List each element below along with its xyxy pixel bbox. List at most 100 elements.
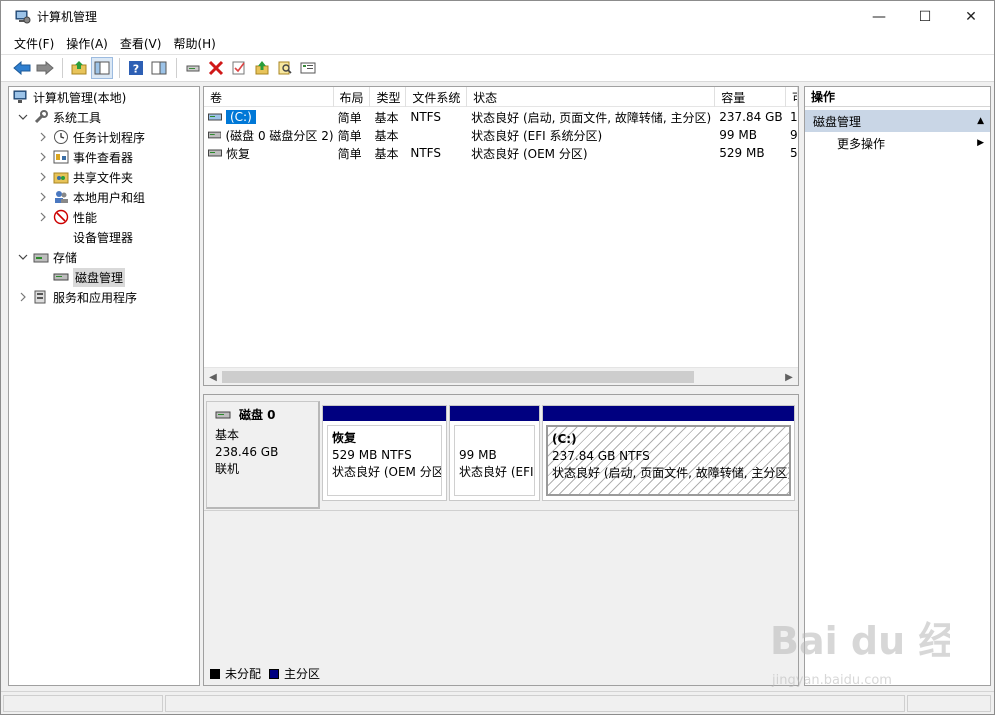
tree-item[interactable]: 事件查看器	[37, 147, 133, 167]
column-header-filesystem[interactable]: 文件系统	[406, 87, 468, 107]
scroll-thumb[interactable]	[222, 371, 694, 383]
delete-icon	[208, 60, 224, 76]
menu-help[interactable]: 帮助(H)	[168, 35, 220, 52]
show-tree-button[interactable]	[91, 57, 113, 79]
properties-button[interactable]	[148, 57, 170, 79]
help-button[interactable]: ?	[125, 57, 147, 79]
expand-chevron-down-icon[interactable]	[17, 251, 29, 263]
expand-chevron-down-icon[interactable]	[17, 111, 29, 123]
partition-size: 529 MB NTFS	[332, 448, 412, 462]
disk-type: 基本	[215, 428, 240, 442]
status-cell: 状态良好 (EFI 系统分区)	[471, 128, 603, 143]
delete-button[interactable]	[205, 57, 227, 79]
expand-chevron-right-icon[interactable]	[37, 211, 49, 223]
toolbar: ?	[1, 54, 994, 82]
connect-icon	[186, 65, 200, 72]
volume-cell: 恢复	[204, 144, 334, 162]
up-button[interactable]	[68, 57, 90, 79]
status-pane	[907, 695, 991, 712]
connect-button[interactable]	[182, 57, 204, 79]
computer-icon	[13, 89, 29, 105]
layout-cell: 简单	[337, 110, 362, 125]
partition-efi[interactable]: 99 MB 状态良好 (EFI	[449, 405, 540, 501]
expander-placeholder	[37, 271, 49, 283]
partition-name: (C:)	[552, 432, 577, 446]
menu-view[interactable]: 查看(V)	[115, 35, 167, 52]
clock-icon	[53, 129, 69, 145]
tree-item[interactable]: 存储	[17, 247, 77, 267]
partition-name	[459, 430, 530, 447]
table-row[interactable]: 恢复 简单 基本 NTFS 状态良好 (OEM 分区) 529 MB 5	[204, 144, 798, 162]
action-more-actions[interactable]: 更多操作 ▶	[805, 132, 990, 154]
column-header-volume[interactable]: 卷	[204, 87, 334, 107]
tree-item[interactable]: 共享文件夹	[37, 167, 133, 187]
tree-item[interactable]: 系统工具	[17, 107, 101, 127]
import-button[interactable]	[251, 57, 273, 79]
actions-header: 操作	[805, 87, 990, 107]
column-header-free[interactable]: 可	[786, 87, 798, 107]
menu-file[interactable]: 文件(F)	[9, 35, 59, 52]
expand-chevron-right-icon[interactable]	[37, 151, 49, 163]
status-cell: 状态良好 (OEM 分区)	[471, 146, 588, 161]
partition-name: 恢复	[332, 431, 357, 445]
disk-graphical-view: 磁盘 0 基本 238.46 GB 联机 恢复 529 MB NTFS 状态良好…	[203, 394, 799, 686]
volume-name: (C:)	[226, 110, 256, 124]
disk-0-label[interactable]: 磁盘 0 基本 238.46 GB 联机	[206, 401, 320, 509]
volume-icon	[208, 113, 222, 121]
tree-item-label: 本地用户和组	[73, 190, 146, 205]
actions-section-disk-management[interactable]: 磁盘管理 ▲	[805, 110, 990, 132]
expand-chevron-right-icon[interactable]	[37, 191, 49, 203]
title-bar[interactable]: 计算机管理 — ☐ ✕	[1, 1, 994, 32]
users-icon	[53, 189, 69, 205]
tree-item[interactable]: 本地用户和组	[37, 187, 145, 207]
check-button[interactable]	[228, 57, 250, 79]
tree-item[interactable]: 计算机管理(本地)	[13, 87, 126, 107]
action-label: 更多操作	[837, 136, 886, 151]
maximize-button[interactable]: ☐	[902, 1, 948, 32]
volume-icon	[208, 131, 222, 139]
scroll-left-arrow-icon[interactable]: ◀	[204, 368, 222, 385]
scroll-right-arrow-icon[interactable]: ▶	[780, 368, 798, 385]
services-icon	[33, 289, 49, 305]
minimize-button[interactable]: —	[856, 1, 902, 32]
tree-item[interactable]: 任务计划程序	[37, 127, 145, 147]
partition-recovery[interactable]: 恢复 529 MB NTFS 状态良好 (OEM 分区	[322, 405, 447, 501]
column-header-layout[interactable]: 布局	[334, 87, 371, 107]
list-icon	[300, 62, 316, 74]
menu-action[interactable]: 操作(A)	[61, 35, 113, 52]
forward-button[interactable]	[34, 57, 56, 79]
tools-icon	[33, 109, 49, 125]
column-header-type[interactable]: 类型	[370, 87, 407, 107]
table-row[interactable]: (磁盘 0 磁盘分区 2) 简单 基本 状态良好 (EFI 系统分区) 99 MB 9	[204, 126, 798, 144]
expand-chevron-right-icon[interactable]	[37, 131, 49, 143]
tree-item[interactable]: 服务和应用程序	[17, 287, 137, 307]
list-button[interactable]	[297, 57, 319, 79]
expand-chevron-right-icon[interactable]	[37, 171, 49, 183]
layout-cell: 简单	[337, 146, 362, 161]
expand-chevron-right-icon[interactable]	[17, 291, 29, 303]
tree-item[interactable]: 设备管理器	[37, 227, 133, 247]
column-header-capacity[interactable]: 容量	[715, 87, 786, 107]
console-tree[interactable]: 计算机管理(本地) 系统工具 任务计划程序 事件查看器共享文件夹本地用户和组性能 设备管…	[8, 86, 200, 686]
tree-item[interactable]: 磁盘管理	[37, 267, 126, 287]
search-icon	[278, 61, 292, 75]
type-cell: 基本	[374, 128, 399, 143]
collapse-triangle-icon[interactable]: ▲	[977, 116, 984, 126]
table-row[interactable]: (C:) 简单 基本 NTFS 状态良好 (启动, 页面文件, 故障转储, 主分区) 23…	[204, 108, 798, 126]
computer-management-window: 计算机管理 — ☐ ✕ 文件(F) 操作(A) 查看(V) 帮助(H) ? 计算…	[0, 0, 995, 715]
volume-list-hscrollbar[interactable]: ◀ ▶	[204, 367, 798, 385]
filesystem-cell: NTFS	[410, 110, 441, 124]
menu-bar: 文件(F) 操作(A) 查看(V) 帮助(H)	[1, 32, 994, 54]
column-header-status[interactable]: 状态	[467, 87, 716, 107]
device-icon	[53, 229, 69, 245]
back-button[interactable]	[11, 57, 33, 79]
close-button[interactable]: ✕	[948, 1, 994, 32]
volume-list[interactable]: 卷 布局 类型 文件系统 状态 容量 可 (C:) 简单基本 NTFS 状态良好 (启…	[203, 86, 799, 386]
status-cell: 状态良好 (启动, 页面文件, 故障转储, 主分区)	[471, 110, 712, 125]
tree-item[interactable]: 性能	[37, 207, 97, 227]
search-button[interactable]	[274, 57, 296, 79]
free-cell: 1	[790, 110, 798, 124]
partition-c[interactable]: (C:) 237.84 GB NTFS 状态良好 (启动, 页面文件, 故障转储…	[542, 405, 795, 501]
tree-item-label: 共享文件夹	[73, 170, 134, 185]
svg-text:?: ?	[133, 63, 139, 76]
